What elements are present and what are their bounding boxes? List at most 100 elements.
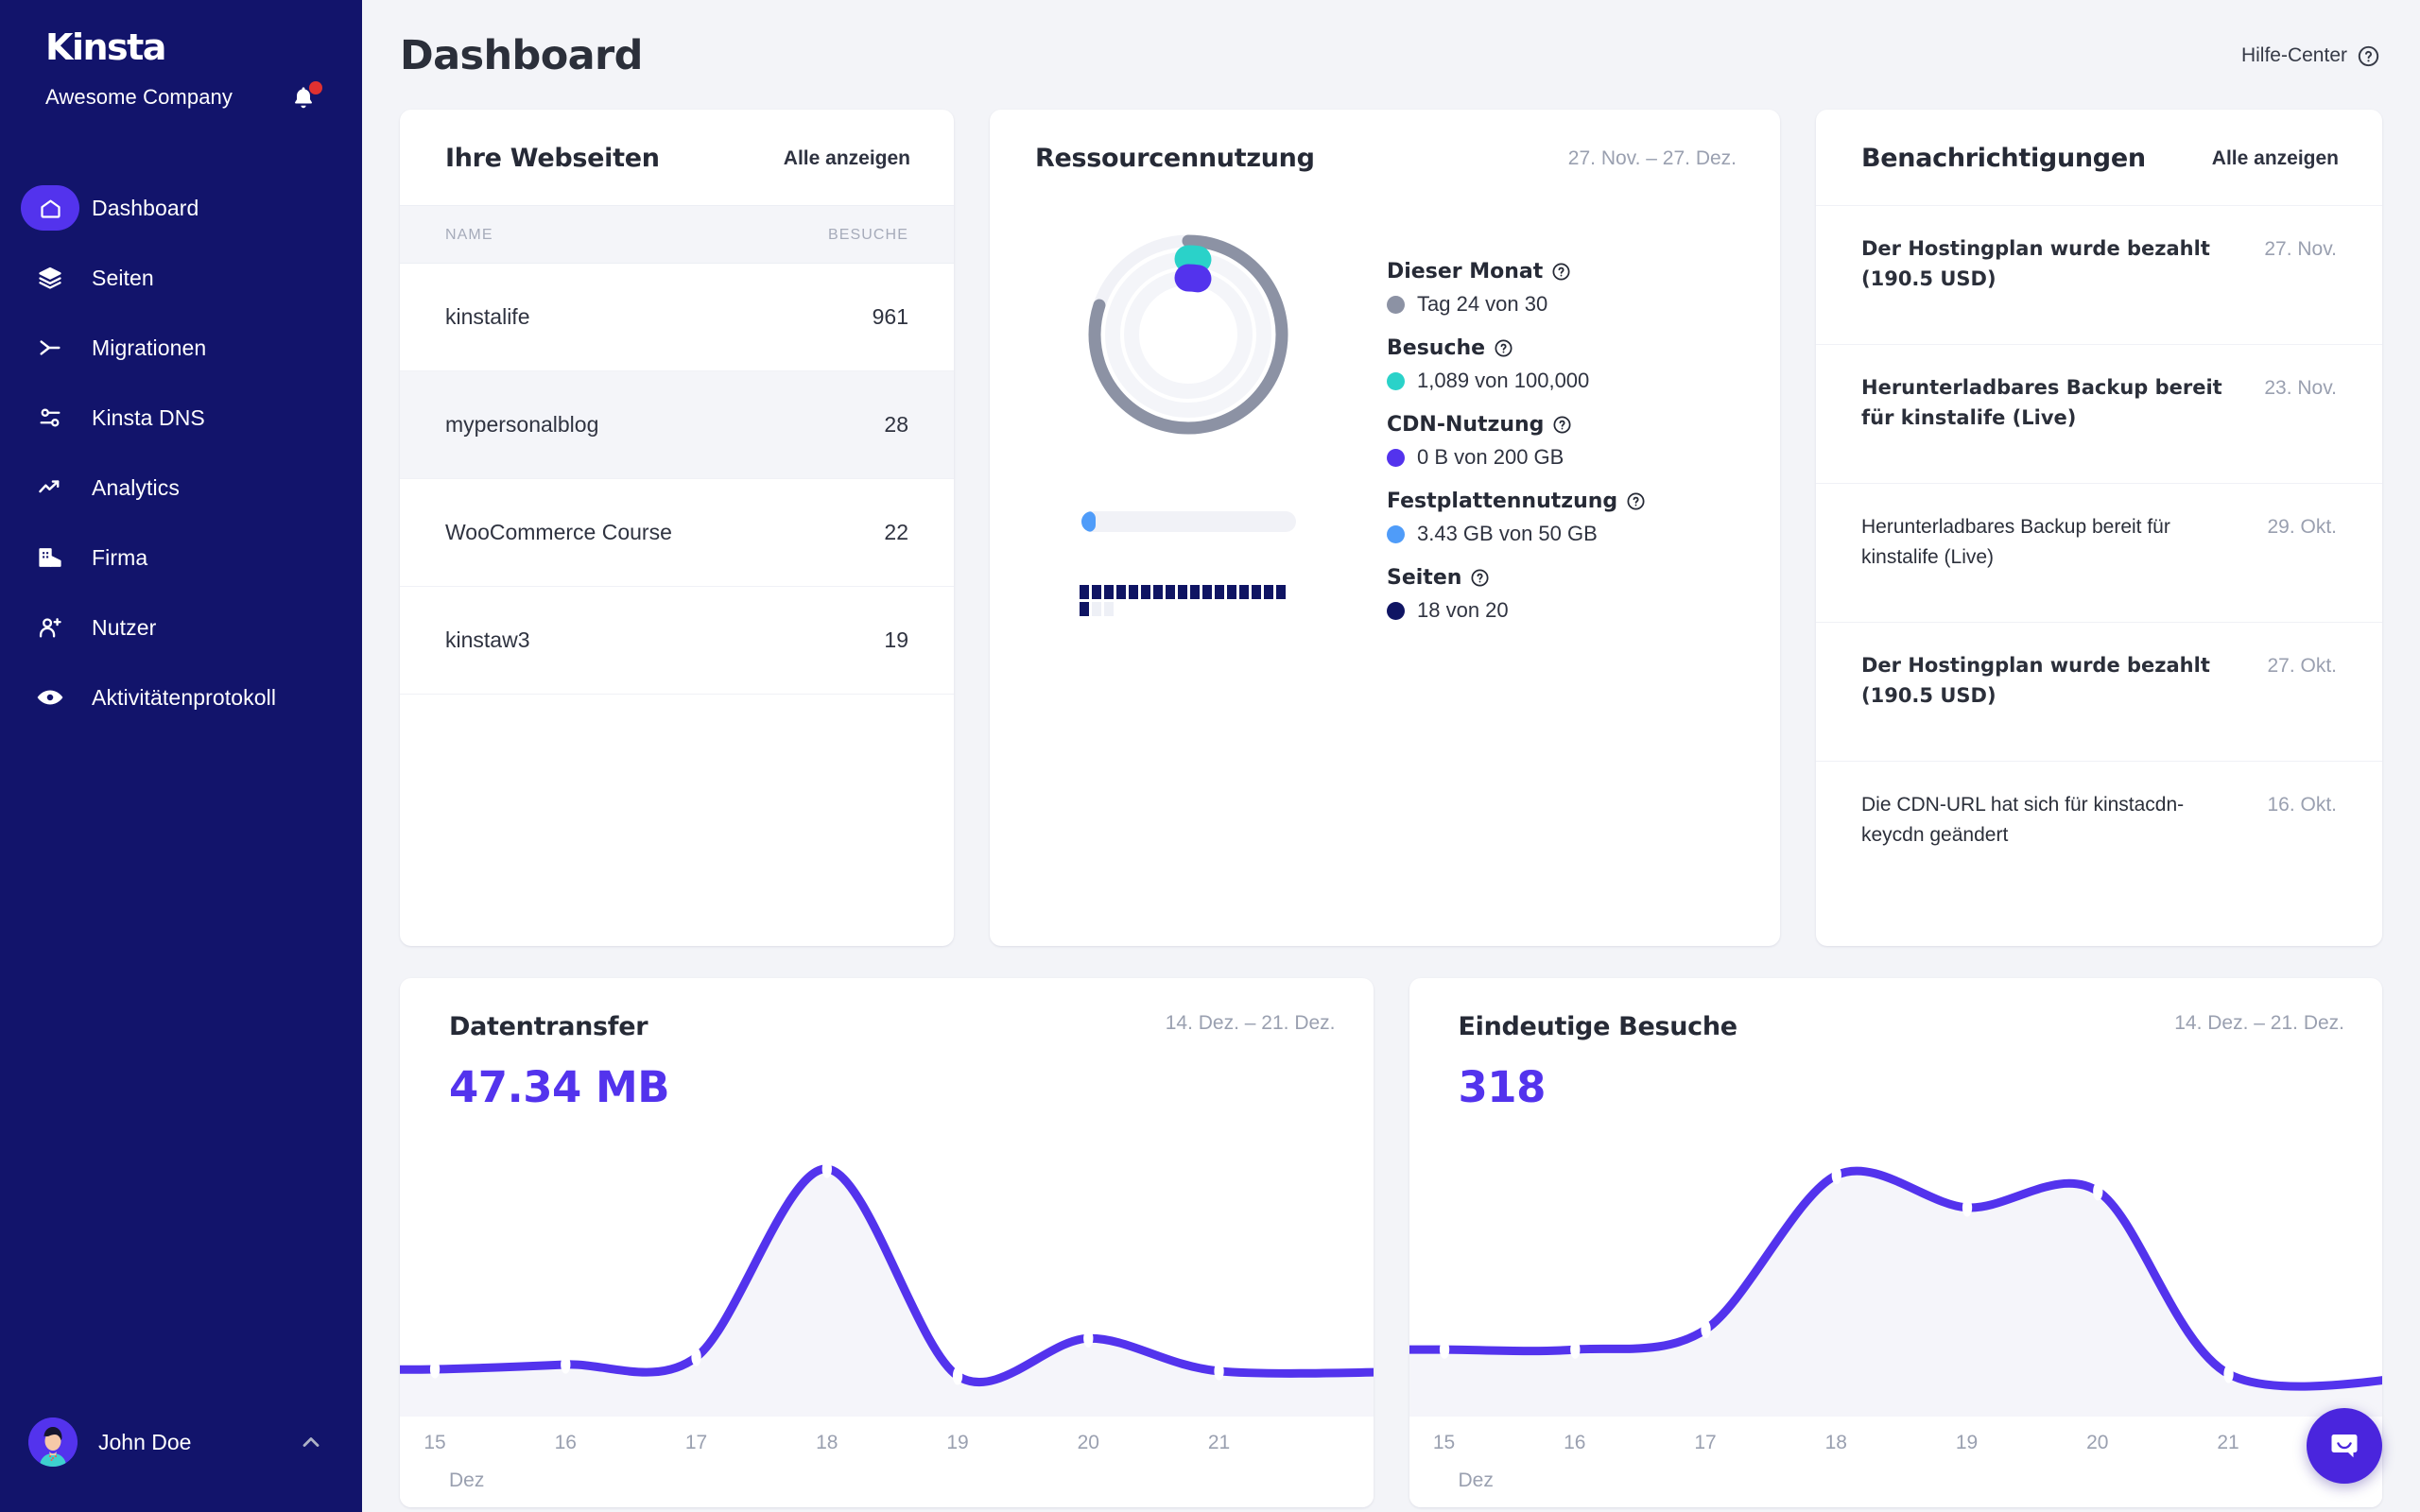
- notification-text: Die CDN-URL hat sich für kinstacdn-keycd…: [1861, 790, 2239, 850]
- chevron-up-icon[interactable]: [298, 1429, 324, 1455]
- notifications-view-all-link[interactable]: Alle anzeigen: [2212, 147, 2339, 170]
- metric-label-text: CDN-Nutzung: [1387, 413, 1544, 437]
- metric-seiten: Seiten 18 von 20: [1387, 566, 1780, 623]
- metric-value: 1,089 von 100,000: [1387, 369, 1780, 393]
- chart-data-point[interactable]: [1439, 1341, 1448, 1359]
- notification-date: 29. Okt.: [2267, 512, 2337, 542]
- sidebar-item-seiten[interactable]: Seiten: [0, 248, 362, 308]
- list-item[interactable]: Herunterladbares Backup bereit für kinst…: [1816, 483, 2382, 622]
- metric-value-text: 1,089 von 100,000: [1417, 369, 1589, 393]
- disk-usage-progress-bar: [1081, 511, 1296, 532]
- chart-data-point[interactable]: [2223, 1365, 2233, 1383]
- chart-data-point[interactable]: [430, 1360, 440, 1378]
- sidebar-item-firma[interactable]: Firma: [0, 527, 362, 588]
- list-item[interactable]: Herunterladbares Backup bereit für kinst…: [1816, 344, 2382, 483]
- sidebar-nav: Dashboard Seiten Migrationen: [0, 178, 362, 737]
- table-row[interactable]: kinstaw3 19: [400, 587, 954, 695]
- page-block: [1104, 585, 1114, 599]
- metric-label-text: Dieser Monat: [1387, 260, 1543, 284]
- question-circle-icon[interactable]: [1626, 491, 1646, 511]
- datatransfer-x-axis: Dez 15161718192021: [400, 1417, 1374, 1507]
- uniquevisits-chart-range: 14. Dez. – 21. Dez.: [2174, 1012, 2344, 1035]
- page-block: [1141, 585, 1150, 599]
- chart-data-point[interactable]: [2093, 1182, 2102, 1200]
- sidebar-item-label: Analytics: [92, 475, 180, 501]
- uniquevisits-plot[interactable]: [1409, 1112, 2383, 1417]
- chart-data-point[interactable]: [1962, 1198, 1971, 1216]
- sidebar-item-label: Migrationen: [92, 335, 206, 361]
- notifications-bell-button[interactable]: [290, 81, 322, 113]
- metric-value: 3.43 GB von 50 GB: [1387, 522, 1780, 546]
- brand-logo[interactable]: Kinsta: [0, 0, 362, 68]
- legend-dot: [1387, 372, 1405, 390]
- resources-body: Dieser Monat Tag 24 von 30: [990, 205, 1780, 643]
- metric-besuche: Besuche 1,089 von 100,000: [1387, 336, 1780, 393]
- uniquevisits-total-value: 318: [1409, 1041, 2383, 1112]
- page-block: [1190, 585, 1200, 599]
- site-visits: 28: [884, 412, 908, 438]
- axis-tick-label: 18: [816, 1432, 838, 1454]
- page-block: [1092, 585, 1101, 599]
- avatar: [28, 1418, 78, 1467]
- datatransfer-chart-card: Datentransfer 14. Dez. – 21. Dez. 47.34 …: [400, 978, 1374, 1507]
- notification-date: 16. Okt.: [2267, 790, 2337, 820]
- page-block: [1178, 585, 1187, 599]
- axis-tick-label: 17: [685, 1432, 707, 1454]
- axis-tick-label: 15: [1433, 1432, 1455, 1454]
- list-item[interactable]: Der Hostingplan wurde bezahlt (190.5 USD…: [1816, 205, 2382, 344]
- sidebar-item-kinsta-dns[interactable]: Kinsta DNS: [0, 387, 362, 448]
- sidebar-item-dashboard[interactable]: Dashboard: [0, 178, 362, 238]
- chart-data-point[interactable]: [691, 1348, 700, 1366]
- table-row[interactable]: WooCommerce Course 22: [400, 479, 954, 587]
- chat-bubble-icon: [2325, 1427, 2363, 1465]
- datatransfer-chart-title: Datentransfer: [449, 1012, 648, 1041]
- dns-nodes-icon: [21, 395, 79, 440]
- chat-widget-button[interactable]: [2307, 1408, 2382, 1484]
- chart-data-point[interactable]: [561, 1355, 570, 1373]
- sidebar-item-nutzer[interactable]: Nutzer: [0, 597, 362, 658]
- sidebar-item-aktivitaetenprotokoll[interactable]: Aktivitätenprotokoll: [0, 667, 362, 728]
- axis-tick-label: 21: [2217, 1432, 2238, 1454]
- user-name: John Doe: [98, 1430, 298, 1455]
- chart-data-point[interactable]: [1214, 1362, 1223, 1380]
- chart-data-point[interactable]: [1701, 1320, 1710, 1338]
- datatransfer-plot[interactable]: [400, 1112, 1374, 1417]
- chart-data-point[interactable]: [822, 1160, 832, 1177]
- table-row[interactable]: mypersonalblog 28: [400, 371, 954, 479]
- uniquevisits-x-axis: Dez 15161718192021: [1409, 1417, 2383, 1507]
- list-item[interactable]: Der Hostingplan wurde bezahlt (190.5 USD…: [1816, 622, 2382, 761]
- axis-tick-label: 16: [555, 1432, 577, 1454]
- legend-dot: [1387, 525, 1405, 543]
- resources-legend: Dieser Monat Tag 24 von 30: [1387, 226, 1780, 643]
- uniquevisits-chart-card: Eindeutige Besuche 14. Dez. – 21. Dez. 3…: [1409, 978, 2383, 1507]
- question-circle-icon[interactable]: [1552, 415, 1572, 435]
- notification-date: 23. Nov.: [2264, 373, 2337, 404]
- metric-label-text: Besuche: [1387, 336, 1485, 360]
- question-circle-icon[interactable]: [1494, 338, 1513, 358]
- sidebar-item-label: Dashboard: [92, 196, 199, 221]
- chart-data-point[interactable]: [1570, 1341, 1580, 1359]
- sidebar-item-analytics[interactable]: Analytics: [0, 457, 362, 518]
- chart-data-point[interactable]: [1083, 1330, 1093, 1348]
- chart-data-point[interactable]: [1831, 1166, 1841, 1184]
- question-circle-icon[interactable]: [1551, 262, 1571, 282]
- help-center-label: Hilfe-Center: [2241, 44, 2347, 67]
- axis-tick-label: 20: [2086, 1432, 2108, 1454]
- page-block: [1080, 602, 1089, 616]
- user-profile-button[interactable]: John Doe: [0, 1418, 362, 1512]
- sites-view-all-link[interactable]: Alle anzeigen: [784, 147, 910, 170]
- site-name: mypersonalblog: [445, 412, 598, 438]
- kinsta-logo-text: Kinsta: [45, 26, 362, 68]
- help-center-button[interactable]: Hilfe-Center: [2241, 44, 2380, 68]
- notification-text: Herunterladbares Backup bereit für kinst…: [1861, 512, 2239, 572]
- question-circle-icon[interactable]: [1470, 568, 1490, 588]
- site-name: kinstaw3: [445, 627, 529, 653]
- sidebar-item-migrationen[interactable]: Migrationen: [0, 318, 362, 378]
- table-row[interactable]: kinstalife 961: [400, 264, 954, 371]
- metric-value-text: 18 von 20: [1417, 598, 1509, 623]
- user-add-icon: [21, 605, 79, 650]
- list-item[interactable]: Die CDN-URL hat sich für kinstacdn-keycd…: [1816, 761, 2382, 900]
- chart-data-point[interactable]: [953, 1366, 962, 1384]
- migration-icon: [21, 325, 79, 370]
- sidebar: Kinsta Awesome Company Dashboard: [0, 0, 362, 1512]
